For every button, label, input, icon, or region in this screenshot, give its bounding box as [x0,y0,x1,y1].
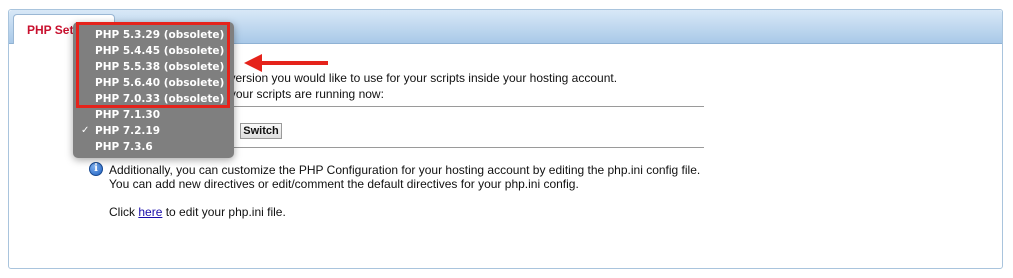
option-php-7-3-6[interactable]: PHP 7.3.6 [73,139,234,155]
click-prefix: Click [109,205,135,219]
switch-button[interactable]: Switch [240,123,282,139]
info-icon: i [89,162,103,176]
obsolete-versions-highlight-box [76,22,230,108]
edit-php-ini-text: Click here to edit your php.ini file. [109,205,286,219]
option-php-7-1-30[interactable]: PHP 7.1.30 [73,107,234,123]
intro-text-line2: Below is the PHP version your scripts ar… [92,87,384,101]
annotation-arrow-shaft [260,61,328,65]
edit-php-ini-link[interactable]: here [138,205,162,219]
info-text-line2: You can add new directives or edit/comme… [109,177,579,191]
intro-text-line1: Please select which PHP version you woul… [93,71,618,85]
arrow-left-icon [244,54,262,72]
divider-top [232,106,704,107]
checkmark-icon: ✓ [81,125,90,136]
divider-bottom [232,147,704,148]
click-suffix: to edit your php.ini file. [165,205,286,219]
option-php-7-2-19[interactable]: ✓ PHP 7.2.19 [73,123,234,139]
info-text-line1: Additionally, you can customize the PHP … [109,163,701,177]
